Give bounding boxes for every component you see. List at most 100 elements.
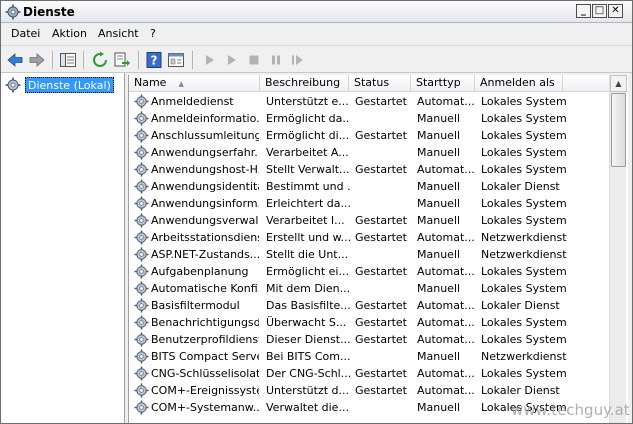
- service-name: Anwendungsverwal...: [151, 214, 259, 227]
- table-row[interactable]: COM+-Ereignissystem Unterstützt d... Gesta…: [129, 382, 609, 399]
- start-icon[interactable]: [201, 51, 219, 69]
- service-status: Gestartet: [355, 214, 407, 227]
- service-gear-icon: [134, 230, 149, 245]
- service-status: [355, 144, 413, 161]
- service-description: Überwacht S...: [266, 316, 347, 329]
- tree-item-label: Dienste (Lokal): [25, 77, 114, 93]
- service-gear-icon: [134, 366, 149, 381]
- restart-icon[interactable]: [289, 51, 307, 69]
- table-row[interactable]: Benachrichtigungsd... Überwacht S... Gesta…: [129, 314, 609, 331]
- service-name: Anmeldedienst: [151, 95, 234, 108]
- scroll-up-icon[interactable]: ▲: [610, 75, 627, 92]
- service-gear-icon: [134, 247, 149, 262]
- table-row[interactable]: Anmeldedienst Unterstützt e... Gestartet Au…: [129, 93, 609, 110]
- refresh-icon[interactable]: [91, 51, 109, 69]
- service-status: Gestartet: [355, 163, 407, 176]
- column-header-startup-type[interactable]: Starttyp: [411, 75, 475, 92]
- sort-ascending-icon: ▲: [178, 80, 184, 88]
- service-name: CNG-Schlüsselisolat...: [151, 367, 259, 380]
- service-startup-type: Automat...: [417, 367, 475, 380]
- service-name: Automatische Konfi...: [151, 282, 259, 295]
- table-row[interactable]: Anwendungsverwal... Verarbeitet I... Gesta…: [129, 212, 609, 229]
- table-row[interactable]: Anwendungshost-H... Stellt Verwalt... Gest…: [129, 161, 609, 178]
- service-status: [355, 178, 413, 195]
- menu-ansicht[interactable]: Ansicht: [98, 27, 139, 40]
- help-icon[interactable]: ?: [145, 51, 163, 69]
- console-tree-icon[interactable]: [59, 51, 77, 69]
- service-status: Gestartet: [355, 367, 407, 380]
- table-row[interactable]: Anmeldeinformatio... Ermöglicht da... Manu…: [129, 110, 609, 127]
- table-row[interactable]: Arbeitsstationsdienst Erstellt und w... Ge…: [129, 229, 609, 246]
- table-row[interactable]: Benutzerprofildienst Dieser Dienst... Gest…: [129, 331, 609, 348]
- menu-help[interactable]: ?: [150, 27, 156, 40]
- service-startup-type: Automat...: [417, 95, 475, 108]
- back-icon[interactable]: [6, 51, 24, 69]
- table-row[interactable]: Anwendungsidentität Bestimmt und ... Manue…: [129, 178, 609, 195]
- console-tree: Dienste (Lokal): [1, 73, 125, 423]
- column-header-logon-as[interactable]: Anmelden als: [475, 75, 563, 92]
- service-description: Der CNG-Schl...: [266, 367, 350, 380]
- service-status: [355, 399, 413, 416]
- menu-datei[interactable]: Datei: [11, 27, 40, 40]
- forward-icon[interactable]: [28, 51, 46, 69]
- service-status: Gestartet: [355, 231, 407, 244]
- service-status: Gestartet: [355, 316, 407, 329]
- service-gear-icon: [134, 196, 149, 211]
- export-list-icon[interactable]: [113, 51, 131, 69]
- service-logon-as: Lokaler Dienst: [481, 299, 560, 312]
- maximize-button[interactable]: □: [592, 4, 607, 18]
- service-name: Anwendungserfahr...: [151, 146, 259, 159]
- service-description: Unterstützt d...: [266, 384, 350, 397]
- service-description: Unterstützt e...: [266, 95, 349, 108]
- service-name: ASP.NET-Zustands...: [151, 248, 259, 261]
- column-header-description[interactable]: Beschreibung: [260, 75, 349, 92]
- list-header: Name ▲ Beschreibung Status Starttyp Anmel…: [129, 75, 609, 92]
- table-row[interactable]: BITS Compact Server Bei BITS Com... Manuel…: [129, 348, 609, 365]
- table-row[interactable]: Anschlussumleitung... Ermöglicht di... Ges…: [129, 127, 609, 144]
- service-name: Anwendungshost-H...: [151, 163, 259, 176]
- service-description: Dieser Dienst...: [266, 333, 350, 346]
- table-row[interactable]: Automatische Konfi... Mit dem Dien... Manu…: [129, 280, 609, 297]
- close-button[interactable]: ✕: [608, 4, 623, 18]
- title-bar[interactable]: Dienste _ □ ✕: [1, 1, 632, 23]
- service-logon-as: Lokaler Dienst: [481, 384, 560, 397]
- service-gear-icon: [134, 315, 149, 330]
- service-startup-type: Automat...: [417, 299, 475, 312]
- properties-icon[interactable]: [167, 51, 185, 69]
- table-row[interactable]: CNG-Schlüsselisolat... Der CNG-Schl... Ges…: [129, 365, 609, 382]
- service-gear-icon: [134, 332, 149, 347]
- service-gear-icon: [134, 94, 149, 109]
- vertical-scrollbar[interactable]: ▲: [609, 75, 627, 423]
- service-gear-icon: [134, 298, 149, 313]
- start-service-icon[interactable]: [223, 51, 241, 69]
- table-row[interactable]: Basisfiltermodul Das Basisfilte... Gestart…: [129, 297, 609, 314]
- service-startup-type: Automat...: [417, 265, 475, 278]
- column-header-name[interactable]: Name ▲: [129, 75, 260, 92]
- pause-icon[interactable]: [267, 51, 285, 69]
- service-logon-as: Netzwerkdienst: [481, 248, 567, 261]
- menu-aktion[interactable]: Aktion: [52, 27, 87, 40]
- toolbar-separator: [192, 51, 193, 69]
- service-name: Benachrichtigungsd...: [151, 316, 259, 329]
- column-header-status[interactable]: Status: [349, 75, 411, 92]
- service-description: Ermöglicht di...: [266, 129, 350, 142]
- service-description: Erstellt und w...: [266, 231, 350, 244]
- minimize-button[interactable]: _: [576, 4, 591, 18]
- table-row[interactable]: Anwendungsinform... Erleichtert da... Manu…: [129, 195, 609, 212]
- service-gear-icon: [134, 213, 149, 228]
- table-row[interactable]: Anwendungserfahr... Verarbeitet A... Manue…: [129, 144, 609, 161]
- scrollbar-thumb[interactable]: [611, 93, 626, 167]
- service-description: Stellt die Unt...: [266, 248, 349, 261]
- service-logon-as: Lokaler Dienst: [481, 180, 560, 193]
- table-row[interactable]: ASP.NET-Zustands... Stellt die Unt... Manu…: [129, 246, 609, 263]
- service-name: Anwendungsidentität: [151, 180, 259, 193]
- service-logon-as: Lokales System: [481, 197, 567, 210]
- service-startup-type: Manuell: [417, 180, 461, 193]
- table-row[interactable]: Aufgabenplanung Ermöglicht ei... Gestartet…: [129, 263, 609, 280]
- tree-item-services-local[interactable]: Dienste (Lokal): [5, 77, 125, 93]
- service-description: Ermöglicht da...: [266, 112, 350, 125]
- stop-icon[interactable]: [245, 51, 263, 69]
- service-description: Bestimmt und ...: [266, 180, 350, 193]
- service-gear-icon: [134, 128, 149, 143]
- services-window: Dienste _ □ ✕ Datei Aktion Ansicht ? ? D…: [0, 0, 633, 424]
